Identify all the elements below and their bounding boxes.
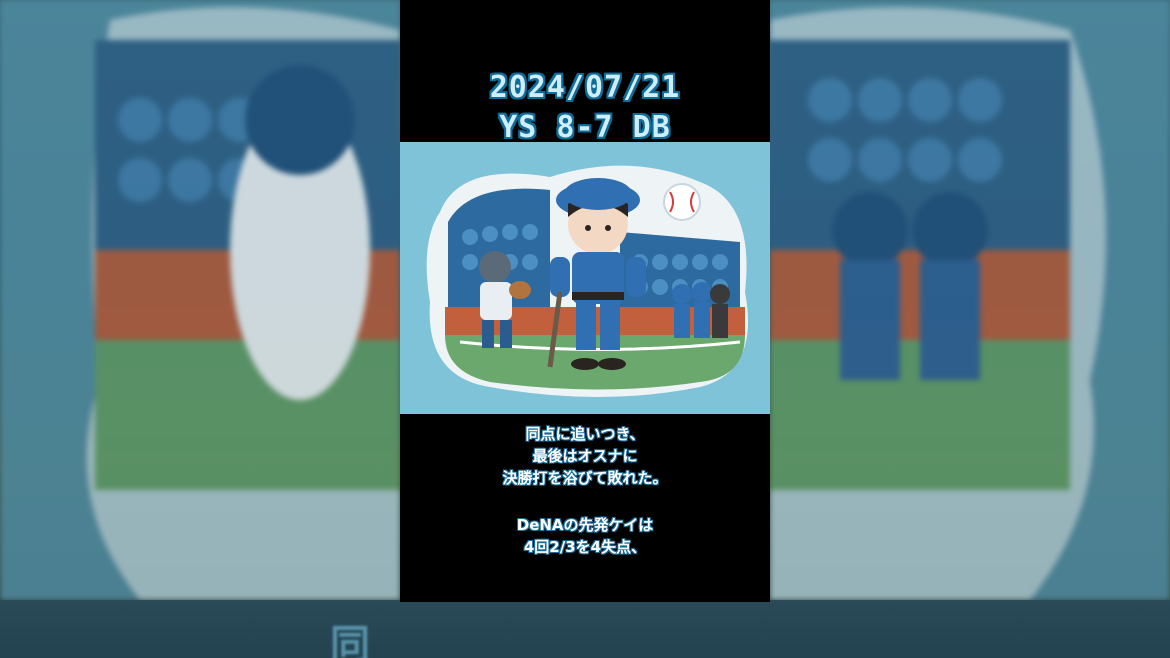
game-date: 2024/07/21 <box>489 70 681 105</box>
caption-line-1: 同点に追いつき、 <box>525 425 645 443</box>
background-bottom-text: 同 <box>330 622 374 658</box>
caption-line-5: 4回2/3を4失点、 <box>523 538 647 556</box>
caption-line-4: DeNAの先発ケイは <box>516 516 654 534</box>
baseball-illustration <box>400 142 770 414</box>
background-left-panel <box>0 0 400 600</box>
background-right-panel <box>770 0 1170 600</box>
caption-line-2: 最後はオスナに <box>532 447 638 465</box>
video-center-column: 2024/07/21 YS 8-7 DB 同点に追いつき、 最後はオスナに 決勝… <box>400 0 770 602</box>
caption-line-3: 決勝打を浴びて敗れた。 <box>502 469 668 487</box>
background-bottom-strip <box>0 600 1170 658</box>
game-score: YS 8-7 DB <box>499 110 671 145</box>
